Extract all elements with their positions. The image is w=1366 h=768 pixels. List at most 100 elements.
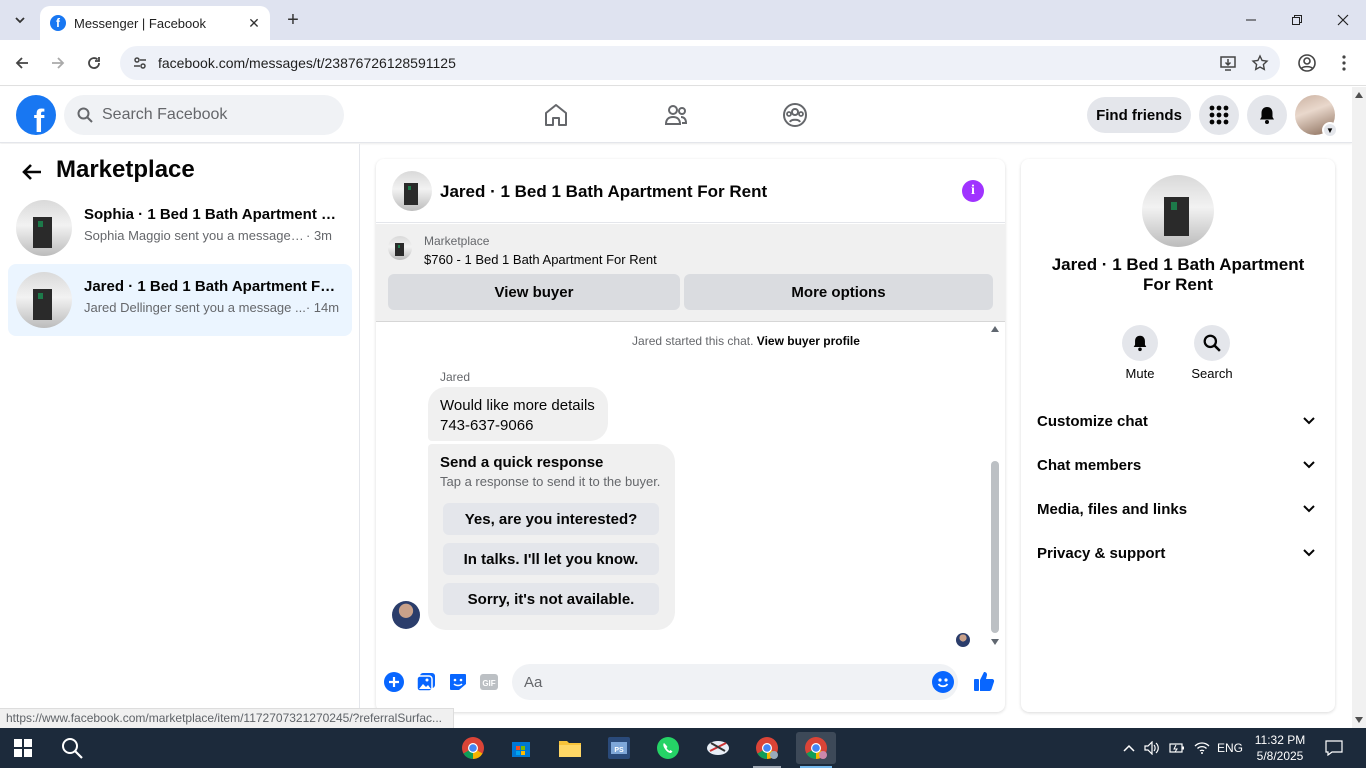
search-icon — [76, 106, 94, 124]
conversation-avatar-large — [1142, 175, 1214, 247]
search-in-chat-button[interactable]: Search — [1182, 325, 1242, 381]
gif-icon[interactable]: GIF — [478, 671, 500, 693]
chat-scrollbar[interactable] — [988, 323, 1002, 653]
chat-avatar[interactable] — [392, 171, 432, 211]
photo-gallery-icon[interactable] — [415, 671, 437, 693]
address-bar[interactable]: facebook.com/messages/t/2387672612859112… — [120, 46, 1280, 80]
conversation-item-active[interactable]: Jared · 1 Bed 1 Bath Apartment For... Ja… — [8, 264, 352, 336]
account-avatar[interactable]: ▼ — [1295, 95, 1338, 138]
scroll-down-arrow-icon[interactable] — [1355, 717, 1363, 723]
language-indicator[interactable]: ENG — [1214, 738, 1246, 758]
whatsapp-app-icon[interactable] — [648, 732, 688, 764]
emoji-icon[interactable] — [932, 671, 954, 693]
tab-close-icon[interactable]: ✕ — [244, 13, 264, 33]
chevron-down-icon — [1299, 499, 1319, 519]
home-icon[interactable] — [536, 95, 576, 135]
windows-start-icon[interactable] — [14, 739, 32, 757]
mute-button[interactable]: Mute — [1110, 325, 1170, 381]
sidebar-title: Marketplace — [56, 156, 195, 183]
photoshop-app-icon[interactable]: PS — [599, 732, 639, 764]
scrollbar-thumb[interactable] — [991, 461, 999, 633]
taskbar-search-icon[interactable] — [60, 736, 84, 760]
taskbar-clock[interactable]: 11:32 PM 5/8/2025 — [1250, 732, 1310, 764]
scroll-up-arrow-icon[interactable] — [991, 326, 999, 332]
menu-grid-icon[interactable] — [1199, 95, 1239, 135]
more-options-button[interactable]: More options — [684, 274, 993, 310]
volume-icon[interactable] — [1142, 738, 1162, 758]
windows-taskbar: PS ENG 11:32 PM 5/8/2025 — [0, 728, 1366, 768]
tray-chevron-up-icon[interactable] — [1120, 738, 1138, 758]
scroll-up-arrow-icon[interactable] — [1355, 92, 1363, 98]
chevron-down-icon — [1299, 543, 1319, 563]
groups-icon[interactable] — [775, 95, 815, 135]
url-text[interactable]: facebook.com/messages/t/2387672612859112… — [158, 55, 1216, 71]
conversation-preview: Jared Dellinger sent you a message ... — [84, 300, 306, 315]
scroll-down-arrow-icon[interactable] — [991, 639, 999, 645]
notifications-bell-icon[interactable] — [1247, 95, 1287, 135]
clock-time: 11:32 PM — [1254, 733, 1306, 747]
friends-icon[interactable] — [656, 95, 696, 135]
chrome-profile-app-icon[interactable] — [747, 732, 787, 768]
quick-response-button[interactable]: Yes, are you interested? — [443, 503, 659, 535]
back-arrow-icon[interactable] — [8, 49, 36, 77]
browser-tab-messenger[interactable]: f Messenger | Facebook ✕ — [40, 6, 270, 40]
clock-date: 5/8/2025 — [1256, 749, 1304, 763]
media-files-links-section[interactable]: Media, files and links — [1029, 489, 1327, 529]
customize-chat-section[interactable]: Customize chat — [1029, 401, 1327, 441]
battery-icon[interactable] — [1167, 738, 1187, 758]
notification-center-icon[interactable] — [1322, 738, 1346, 758]
file-explorer-icon[interactable] — [550, 732, 590, 764]
find-friends-button[interactable]: Find friends — [1087, 97, 1191, 133]
chat-header: Jared · 1 Bed 1 Bath Apartment For Rent … — [376, 159, 1005, 223]
sticker-icon[interactable] — [447, 671, 469, 693]
tab-title: Messenger | Facebook — [74, 15, 206, 31]
privacy-support-section[interactable]: Privacy & support — [1029, 533, 1327, 573]
section-label: Media, files and links — [1037, 500, 1188, 518]
listing-price-title[interactable]: $760 - 1 Bed 1 Bath Apartment For Rent — [424, 252, 657, 267]
info-icon[interactable]: i — [962, 180, 984, 202]
bookmark-star-icon[interactable] — [1248, 51, 1272, 75]
minimize-icon[interactable] — [1228, 0, 1274, 40]
view-buyer-button[interactable]: View buyer — [388, 274, 680, 310]
facebook-search-input[interactable] — [102, 106, 322, 124]
restore-icon[interactable] — [1274, 0, 1320, 40]
quick-response-button[interactable]: In talks. I'll let you know. — [443, 543, 659, 575]
conversation-item[interactable]: Sophia · 1 Bed 1 Bath Apartment F... Sop… — [8, 192, 352, 264]
chrome-app-icon[interactable] — [453, 732, 493, 764]
facebook-logo-icon[interactable]: f — [16, 95, 56, 135]
reload-icon[interactable] — [80, 49, 108, 77]
browser-menu-icon[interactable] — [1330, 49, 1358, 77]
mute-label: Mute — [1125, 366, 1155, 381]
new-tab-plus-icon[interactable]: + — [281, 8, 305, 32]
close-window-icon[interactable] — [1320, 0, 1366, 40]
sender-avatar[interactable] — [392, 601, 420, 629]
section-label: Privacy & support — [1037, 544, 1166, 562]
marketplace-label: Marketplace — [424, 234, 490, 248]
account-chevron-down-icon[interactable]: ▼ — [1322, 122, 1338, 138]
profile-icon[interactable] — [1293, 49, 1321, 77]
chat-members-section[interactable]: Chat members — [1029, 445, 1327, 485]
conversation-thumbnail — [16, 272, 72, 328]
chat-title[interactable]: Jared · 1 Bed 1 Bath Apartment For Rent — [440, 182, 767, 202]
back-arrow-icon[interactable] — [20, 160, 44, 184]
plus-circle-icon[interactable] — [383, 671, 405, 693]
snipping-tool-icon[interactable] — [698, 732, 738, 764]
quick-response-title: Send a quick response — [440, 454, 604, 471]
site-settings-icon[interactable] — [130, 53, 150, 73]
chrome-active-app-icon[interactable] — [796, 732, 836, 768]
facebook-search-box[interactable] — [64, 95, 344, 135]
page-scrollbar[interactable] — [1352, 87, 1366, 728]
quick-response-button[interactable]: Sorry, it's not available. — [443, 583, 659, 615]
seen-receipt-avatar — [956, 633, 970, 647]
message-input[interactable] — [512, 664, 958, 700]
tab-search-chevron-icon[interactable] — [6, 6, 34, 34]
facebook-header: f Find friends ▼ — [0, 87, 1352, 143]
message-line: 743-637-9066 — [440, 417, 534, 434]
view-buyer-profile-link[interactable]: View buyer profile — [757, 334, 860, 348]
like-thumbs-up-icon[interactable] — [972, 669, 996, 693]
install-app-icon[interactable] — [1216, 51, 1240, 75]
microsoft-store-icon[interactable] — [501, 732, 541, 764]
wifi-icon[interactable] — [1192, 738, 1212, 758]
bell-icon — [1122, 325, 1158, 361]
forward-arrow-icon[interactable] — [44, 49, 72, 77]
